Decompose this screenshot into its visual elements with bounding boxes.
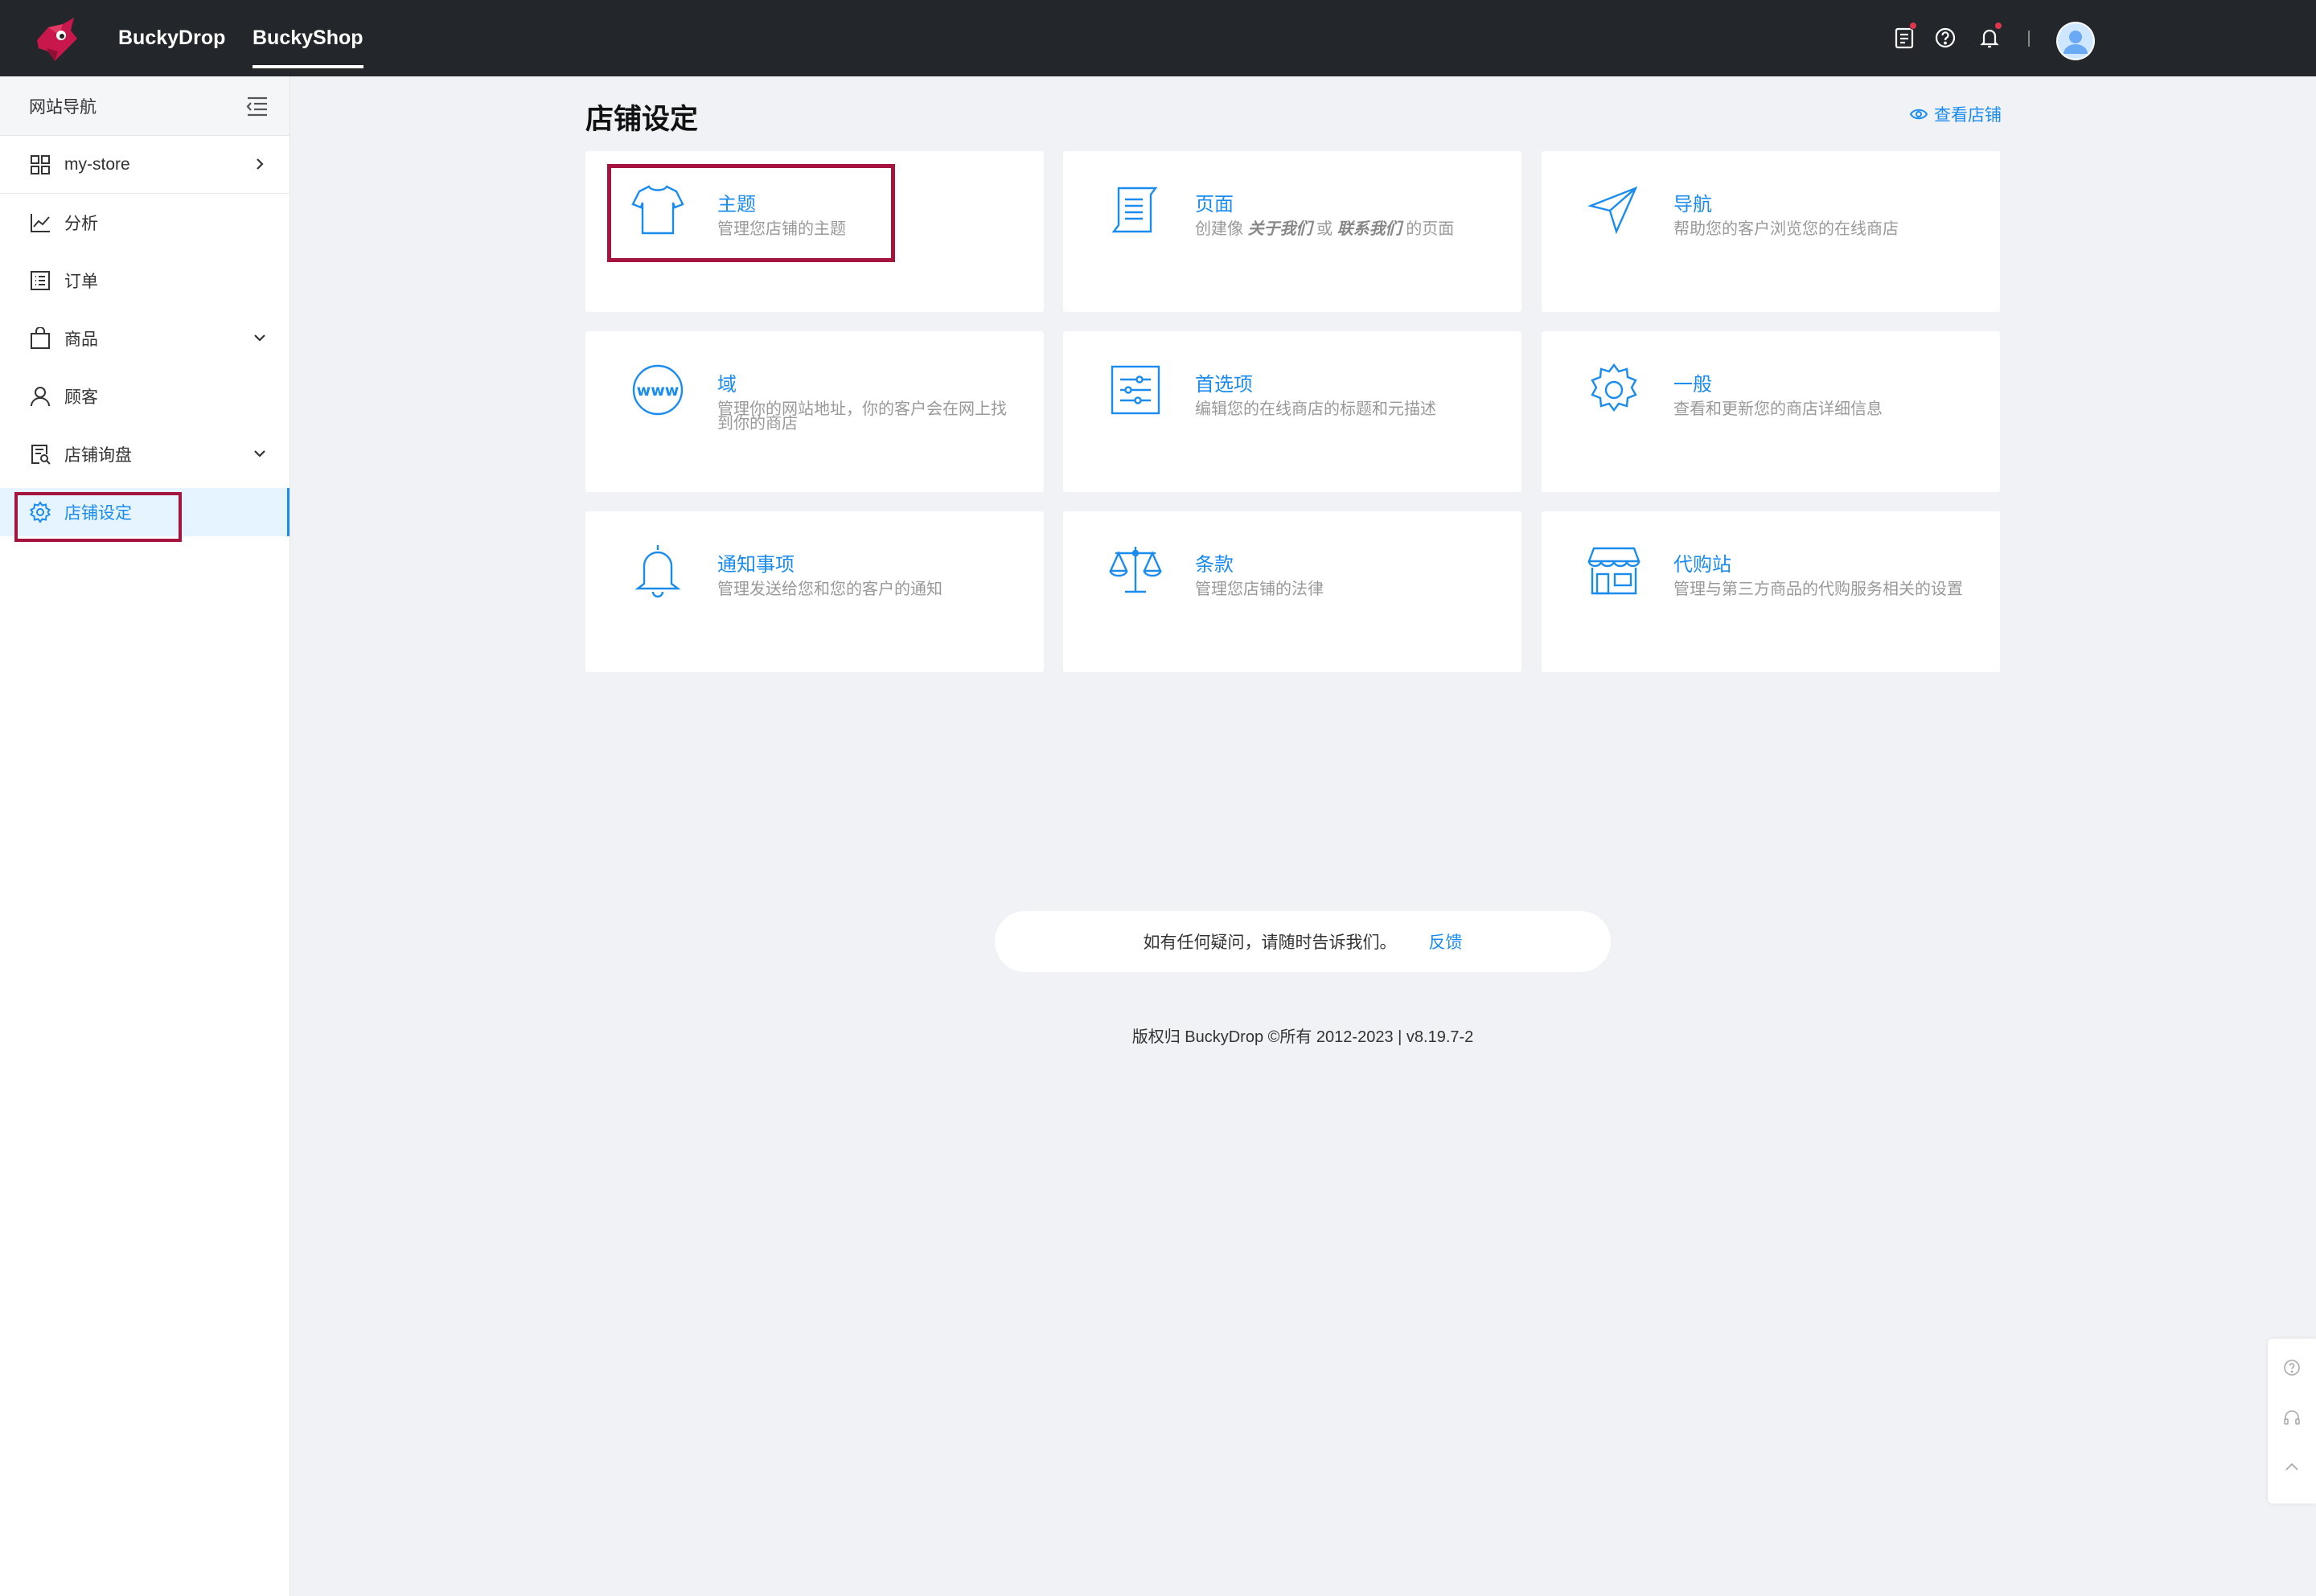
chart-line-icon xyxy=(29,211,51,234)
card-description: 帮助您的客户浏览您的在线商店 xyxy=(1673,220,1899,238)
user-avatar[interactable] xyxy=(2056,22,2095,60)
storefront-icon xyxy=(1586,542,1642,598)
tshirt-icon xyxy=(630,182,686,238)
chevron-right-icon xyxy=(253,157,267,171)
bag-icon xyxy=(29,326,51,350)
feedback-link[interactable]: 反馈 xyxy=(1429,929,1463,954)
navigation-icon xyxy=(1586,182,1642,238)
back-to-top-icon[interactable] xyxy=(2282,1458,2302,1477)
card-description: 管理您店铺的主题 xyxy=(717,220,846,238)
help-icon[interactable] xyxy=(2282,1358,2302,1377)
settings-card-theme[interactable]: 主题 管理您店铺的主题 xyxy=(585,151,1044,312)
feedback-bar: 如有任何疑问，请随时告诉我们。 反馈 xyxy=(995,911,1611,972)
sidebar-item-orders[interactable]: 订单 xyxy=(0,252,290,310)
card-title: 页面 xyxy=(1195,194,1234,215)
card-title: 首选项 xyxy=(1195,374,1253,396)
eye-icon xyxy=(1910,109,1928,120)
card-description: 管理与第三方商品的代购服务相关的设置 xyxy=(1673,581,1963,598)
card-description: 编辑您的在线商店的标题和元描述 xyxy=(1195,400,1436,418)
chevron-down-icon xyxy=(253,330,267,345)
bell-icon xyxy=(630,542,686,598)
www-icon: www xyxy=(630,362,686,418)
desc-emphasis: 联系我们 xyxy=(1337,220,1402,238)
card-title: 代购站 xyxy=(1673,554,1731,576)
notes-icon[interactable] xyxy=(1891,22,1918,51)
page-icon xyxy=(1107,182,1164,238)
card-description: 管理你的网站地址，你的客户会在网上找到你的商店 xyxy=(717,400,1007,433)
tab-buckydrop[interactable]: BuckyDrop xyxy=(118,0,225,76)
card-title: 主题 xyxy=(717,194,756,215)
settings-card-preferences[interactable]: 首选项 编辑您的在线商店的标题和元描述 xyxy=(1063,331,1521,492)
card-description: 管理您店铺的法律 xyxy=(1195,581,1324,598)
buckydrop-logo[interactable] xyxy=(31,16,82,66)
desc-emphasis: 关于我们 xyxy=(1247,220,1312,238)
sidebar-header-label: 网站导航 xyxy=(29,97,96,117)
view-store-label: 查看店铺 xyxy=(1934,106,2002,125)
sidebar-item-label: 商品 xyxy=(64,330,98,349)
sidebar-item-store-inquiries[interactable]: 店铺询盘 xyxy=(0,425,290,483)
sidebar-header: 网站导航 xyxy=(0,76,290,136)
settings-card-navigation[interactable]: 导航 帮助您的客户浏览您的在线商店 xyxy=(1542,151,2000,312)
sidebar-item-label: my-store xyxy=(64,154,130,174)
floating-toolbar xyxy=(2268,1339,2316,1504)
settings-card-purchasing-agent[interactable]: 代购站 管理与第三方商品的代购服务相关的设置 xyxy=(1542,511,2000,672)
tab-buckyshop[interactable]: BuckyShop xyxy=(253,0,363,76)
divider xyxy=(2028,31,2030,47)
bell-icon[interactable] xyxy=(1976,22,2003,51)
inquiry-icon xyxy=(29,443,51,466)
order-list-icon xyxy=(29,269,51,292)
copyright: 版权归 BuckyDrop ©所有 2012-2023 | v8.19.7-2 xyxy=(1131,1028,1474,1046)
desc-text: 的页面 xyxy=(1401,220,1455,238)
card-description: 管理发送给您和您的客户的通知 xyxy=(717,581,942,598)
card-description: 查看和更新您的商店详细信息 xyxy=(1673,400,1883,418)
sidebar-item-customers[interactable]: 顾客 xyxy=(0,367,290,425)
collapse-menu-icon[interactable] xyxy=(244,96,269,117)
top-navbar: BuckyDrop BuckyShop xyxy=(0,0,2316,76)
card-title: 域 xyxy=(717,374,737,396)
sidebar-item-label: 顾客 xyxy=(64,388,98,407)
headset-icon[interactable] xyxy=(2282,1408,2302,1427)
sidebar-item-label: 订单 xyxy=(64,273,98,291)
sidebar-item-label: 分析 xyxy=(64,215,98,233)
highlight-box xyxy=(14,492,182,542)
help-icon[interactable] xyxy=(1932,24,1959,51)
preferences-icon xyxy=(1107,362,1164,418)
settings-card-notifications[interactable]: 通知事项 管理发送给您和您的客户的通知 xyxy=(585,511,1044,672)
settings-card-terms[interactable]: 条款 管理您店铺的法律 xyxy=(1063,511,1521,672)
sidebar: 网站导航 my-store 分析 订单 商品 顾客 店铺询盘 店铺设定 xyxy=(0,76,290,1596)
card-title: 导航 xyxy=(1673,194,1712,215)
settings-card-domain[interactable]: www 域 管理你的网站地址，你的客户会在网上找到你的商店 xyxy=(585,331,1044,492)
card-title: 通知事项 xyxy=(717,554,795,576)
chevron-down-icon xyxy=(253,446,267,461)
notification-dot xyxy=(1909,22,1917,30)
gear-icon xyxy=(1586,362,1642,418)
user-icon xyxy=(29,385,51,408)
desc-text: 创建像 xyxy=(1195,220,1248,238)
view-store-link[interactable]: 查看店铺 xyxy=(1910,102,2002,126)
svg-text:www: www xyxy=(637,382,680,400)
card-title: 条款 xyxy=(1195,554,1234,576)
notification-dot xyxy=(1994,22,2002,30)
card-title: 一般 xyxy=(1673,374,1712,396)
sidebar-item-my-store[interactable]: my-store xyxy=(0,136,290,194)
sidebar-item-products[interactable]: 商品 xyxy=(0,310,290,367)
scales-icon xyxy=(1107,542,1164,598)
settings-card-general[interactable]: 一般 查看和更新您的商店详细信息 xyxy=(1542,331,2000,492)
settings-card-pages[interactable]: 页面 创建像 关于我们 或 联系我们 的页面 xyxy=(1063,151,1521,312)
card-description: 创建像 关于我们 或 联系我们 的页面 xyxy=(1195,220,1484,238)
page-title: 店铺设定 xyxy=(585,104,699,135)
sidebar-item-analytics[interactable]: 分析 xyxy=(0,194,290,252)
sidebar-item-label: 店铺询盘 xyxy=(64,446,132,465)
desc-text: 或 xyxy=(1312,220,1337,238)
feedback-text: 如有任何疑问，请随时告诉我们。 xyxy=(1143,933,1397,952)
grid-icon xyxy=(29,154,51,176)
